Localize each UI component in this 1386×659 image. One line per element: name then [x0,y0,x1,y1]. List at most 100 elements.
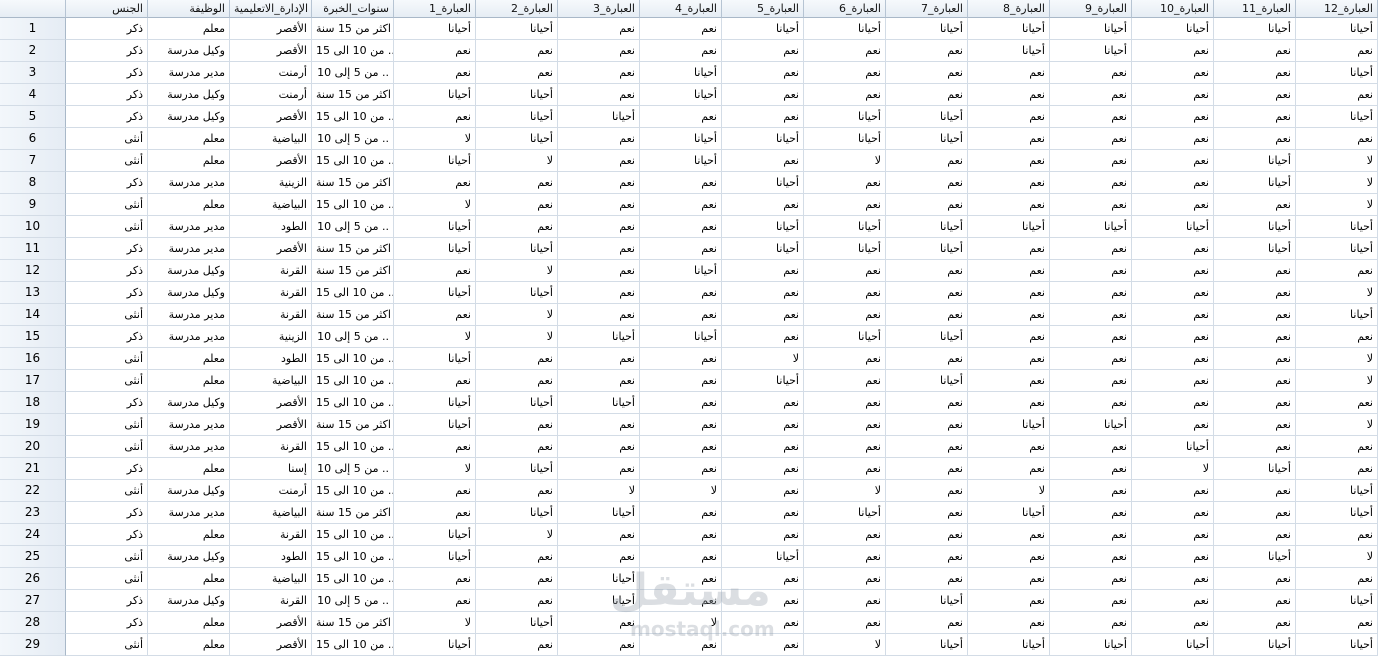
data-cell[interactable]: أنثى [66,304,148,326]
data-cell[interactable]: نعم [1132,282,1214,304]
data-cell[interactable]: لا [1296,194,1378,216]
data-cell[interactable]: من 10 الى 15 .. [312,568,394,590]
data-cell[interactable]: لا [394,194,476,216]
data-cell[interactable]: أحيانا [1132,18,1214,40]
data-cell[interactable]: نعم [1050,260,1132,282]
data-cell[interactable]: نعم [558,524,640,546]
column-header[interactable]: العبارة_1 [394,0,476,18]
data-cell[interactable]: نعم [804,194,886,216]
data-cell[interactable]: نعم [1050,172,1132,194]
data-cell[interactable]: أحيانا [804,502,886,524]
data-cell[interactable]: نعم [804,304,886,326]
data-cell[interactable]: نعم [1296,84,1378,106]
data-cell[interactable]: نعم [804,568,886,590]
data-cell[interactable]: من 10 الى 15 .. [312,370,394,392]
data-cell[interactable]: ذكر [66,260,148,282]
data-cell[interactable]: ذكر [66,282,148,304]
data-cell[interactable]: نعم [804,282,886,304]
data-cell[interactable]: نعم [476,194,558,216]
data-cell[interactable]: نعم [1050,62,1132,84]
data-cell[interactable]: نعم [1214,62,1296,84]
data-cell[interactable]: نعم [1214,40,1296,62]
data-cell[interactable]: أحيانا [476,612,558,634]
data-cell[interactable]: من 10 الى 15 .. [312,194,394,216]
data-cell[interactable]: نعم [640,458,722,480]
data-cell[interactable]: نعم [394,106,476,128]
data-cell[interactable]: أحيانا [886,106,968,128]
data-cell[interactable]: ذكر [66,458,148,480]
data-cell[interactable]: اكثر من 15 سنة [312,84,394,106]
data-cell[interactable]: نعم [394,62,476,84]
data-cell[interactable]: لا [804,634,886,656]
data-cell[interactable]: أحيانا [476,84,558,106]
data-cell[interactable]: نعم [886,348,968,370]
data-cell[interactable]: أحيانا [1050,18,1132,40]
column-header[interactable]: العبارة_6 [804,0,886,18]
data-cell[interactable]: نعم [394,590,476,612]
data-cell[interactable]: نعم [1214,348,1296,370]
data-cell[interactable]: أحيانا [886,18,968,40]
row-number[interactable]: 4 [0,84,66,106]
data-cell[interactable]: لا [476,150,558,172]
data-cell[interactable]: معلم [148,524,230,546]
data-cell[interactable]: أحيانا [968,216,1050,238]
data-cell[interactable]: نعم [1132,260,1214,282]
data-cell[interactable]: نعم [1214,260,1296,282]
data-cell[interactable]: مدير مدرسة [148,414,230,436]
data-cell[interactable]: نعم [640,524,722,546]
data-cell[interactable]: لا [1296,282,1378,304]
data-cell[interactable]: أحيانا [1296,238,1378,260]
data-cell[interactable]: ذكر [66,590,148,612]
row-number[interactable]: 10 [0,216,66,238]
data-cell[interactable]: وكيل مدرسة [148,40,230,62]
data-cell[interactable]: ذكر [66,502,148,524]
data-cell[interactable]: الطود [230,546,312,568]
data-cell[interactable]: أحيانا [968,502,1050,524]
data-cell[interactable]: نعم [1132,612,1214,634]
data-cell[interactable]: نعم [722,304,804,326]
row-number[interactable]: 2 [0,40,66,62]
data-cell[interactable]: ذكر [66,62,148,84]
data-cell[interactable]: نعم [886,62,968,84]
data-cell[interactable]: أحيانا [722,18,804,40]
data-cell[interactable]: نعم [968,106,1050,128]
data-cell[interactable]: وكيل مدرسة [148,590,230,612]
data-cell[interactable]: من 10 الى 15 .. [312,634,394,656]
data-cell[interactable]: الأقصر [230,238,312,260]
data-cell[interactable]: نعم [1050,502,1132,524]
data-cell[interactable]: نعم [476,546,558,568]
data-cell[interactable]: نعم [476,62,558,84]
data-cell[interactable]: نعم [1214,282,1296,304]
data-cell[interactable]: أحيانا [1132,436,1214,458]
data-cell[interactable]: القرنة [230,282,312,304]
row-number[interactable]: 1 [0,18,66,40]
data-cell[interactable]: نعم [804,370,886,392]
column-header[interactable]: العبارة_11 [1214,0,1296,18]
data-cell[interactable]: أنثى [66,150,148,172]
data-cell[interactable]: نعم [1132,150,1214,172]
row-number[interactable]: 16 [0,348,66,370]
data-cell[interactable]: نعم [1050,282,1132,304]
data-cell[interactable]: أحيانا [558,106,640,128]
data-cell[interactable]: لا [394,128,476,150]
data-cell[interactable]: الأقصر [230,634,312,656]
data-cell[interactable]: نعم [722,326,804,348]
data-cell[interactable]: ذكر [66,40,148,62]
data-cell[interactable]: نعم [722,590,804,612]
data-cell[interactable]: نعم [968,568,1050,590]
data-cell[interactable]: نعم [558,414,640,436]
data-cell[interactable]: من 10 الى 15 .. [312,150,394,172]
data-cell[interactable]: وكيل مدرسة [148,260,230,282]
data-cell[interactable]: نعم [804,172,886,194]
data-cell[interactable]: نعم [558,304,640,326]
data-cell[interactable]: نعم [886,282,968,304]
data-cell[interactable]: أحيانا [886,634,968,656]
data-cell[interactable]: أحيانا [722,128,804,150]
data-cell[interactable]: مدير مدرسة [148,304,230,326]
data-cell[interactable]: نعم [640,436,722,458]
row-number[interactable]: 18 [0,392,66,414]
data-cell[interactable]: ذكر [66,18,148,40]
data-cell[interactable]: نعم [804,612,886,634]
data-cell[interactable]: نعم [1132,370,1214,392]
data-cell[interactable]: نعم [1132,502,1214,524]
